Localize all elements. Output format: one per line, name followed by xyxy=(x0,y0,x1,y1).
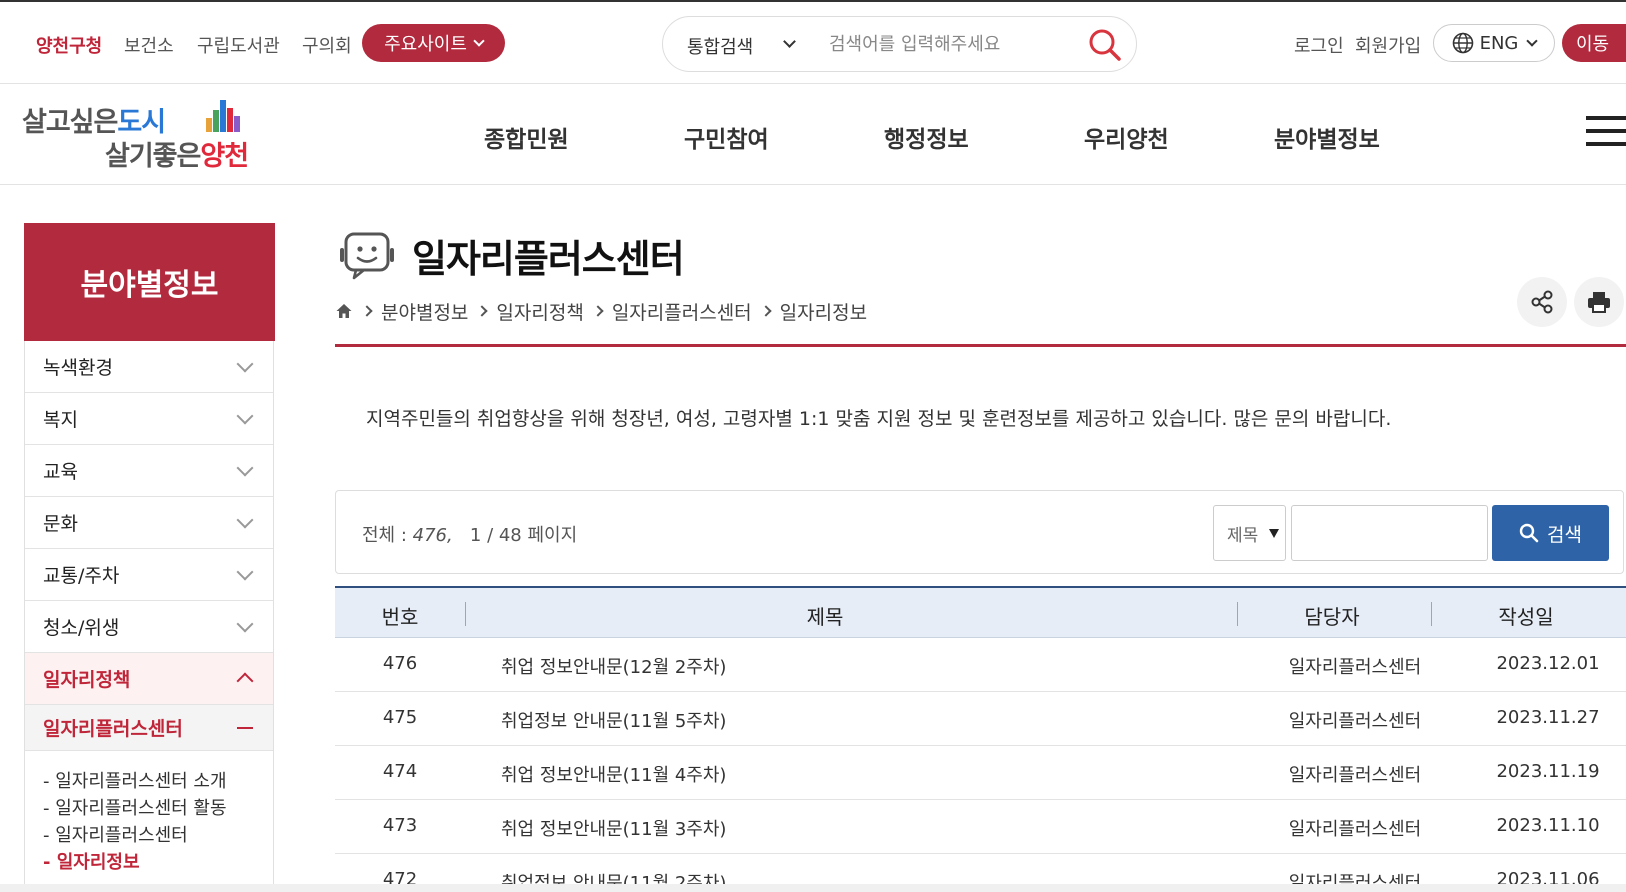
gnb-our-yangcheon[interactable]: 우리양천 xyxy=(1084,120,1169,154)
sidebar-link-center-activity[interactable]: - 일자리플러스센터 활동 xyxy=(43,794,227,820)
link-council[interactable]: 구의회 xyxy=(302,32,352,58)
table-row[interactable]: 474 취업 정보안내문(11월 4주차) 일자리플러스센터 2023.11.1… xyxy=(335,746,1626,800)
gnb-administration[interactable]: 행정정보 xyxy=(884,120,969,154)
chevron-down-icon xyxy=(236,459,254,477)
gnb-participation[interactable]: 구민참여 xyxy=(684,120,769,154)
major-sites-label: 주요사이트 xyxy=(384,34,467,55)
breadcrumb: 분야별정보 일자리정책 일자리플러스센터 일자리정보 xyxy=(335,298,867,324)
sidebar-item-welfare[interactable]: 복지 xyxy=(25,393,273,445)
logo-line-2: 살기좋은양천 xyxy=(105,141,249,172)
table-row[interactable]: 473 취업 정보안내문(11월 3주차) 일자리플러스센터 2023.11.1… xyxy=(335,800,1626,854)
chevron-right-icon xyxy=(759,305,772,317)
site-logo[interactable]: 살고싶은도시 살기좋은양천 xyxy=(22,96,272,172)
chevron-down-icon xyxy=(236,563,254,581)
home-icon[interactable] xyxy=(335,302,353,320)
search-icon xyxy=(1519,523,1539,543)
dropdown-arrow-icon xyxy=(1269,529,1279,538)
major-sites-button[interactable]: 주요사이트 xyxy=(362,24,505,62)
column-number: 번호 xyxy=(381,605,419,629)
board-keyword-input[interactable] xyxy=(1291,505,1488,561)
page-title: 일자리플러스센터 xyxy=(412,237,685,281)
minus-icon xyxy=(237,727,253,729)
sidebar-link-center[interactable]: - 일자리플러스센터 xyxy=(43,821,188,847)
search-field-select[interactable]: 제목 xyxy=(1213,505,1286,561)
chevron-down-icon xyxy=(473,34,485,47)
table-header: 번호 제목 담당자 작성일 xyxy=(335,586,1626,638)
chevron-down-icon[interactable] xyxy=(783,35,796,48)
board-table: 번호 제목 담당자 작성일 476 취업 정보안내문(12월 2주차) 일자리플… xyxy=(335,586,1626,892)
print-button[interactable] xyxy=(1574,277,1624,327)
building-logo-icon xyxy=(206,100,240,132)
chevron-down-icon xyxy=(236,615,254,633)
chevron-down-icon xyxy=(236,511,254,529)
breadcrumb-item-job-policy[interactable]: 일자리정책 xyxy=(496,298,583,325)
row-title-link[interactable]: 취업 정보안내문(11월 3주차) xyxy=(501,815,726,841)
chevron-right-icon xyxy=(592,305,604,317)
share-button[interactable] xyxy=(1517,277,1567,327)
column-owner: 담당자 xyxy=(1304,605,1360,629)
sidebar-item-green-env[interactable]: 녹색환경 xyxy=(25,341,273,393)
breadcrumb-item-job-center[interactable]: 일자리플러스센터 xyxy=(612,298,752,325)
sidebar-title: 분야별정보 xyxy=(24,223,275,341)
row-title-link[interactable]: 취업 정보안내문(12월 2주차) xyxy=(501,653,726,679)
chevron-right-icon xyxy=(361,305,373,317)
search-scope-select[interactable]: 통합검색 xyxy=(687,33,753,59)
link-yangcheon-office[interactable]: 양천구청 xyxy=(36,32,102,58)
join-link[interactable]: 회원가입 xyxy=(1355,32,1421,58)
language-button[interactable]: ENG xyxy=(1433,24,1555,62)
table-row[interactable]: 476 취업 정보안내문(12월 2주차) 일자리플러스센터 2023.12.0… xyxy=(335,638,1626,692)
chevron-down-icon xyxy=(236,355,254,373)
column-date: 작성일 xyxy=(1498,605,1554,629)
chevron-down-icon xyxy=(236,407,254,425)
board-total: 전체 : 476, 1 / 48 페이지 xyxy=(362,525,578,546)
row-title-link[interactable]: 취업 정보안내문(11월 4주차) xyxy=(501,761,726,787)
gnb-field-info[interactable]: 분야별정보 xyxy=(1274,120,1380,154)
search-input[interactable] xyxy=(829,29,1059,59)
title-divider xyxy=(335,344,1626,347)
breadcrumb-item-job-info[interactable]: 일자리정보 xyxy=(780,298,867,325)
printer-icon xyxy=(1588,292,1610,313)
globe-icon xyxy=(1452,32,1473,54)
utility-bar: 양천구청 보건소 구립도서관 구의회 주요사이트 통합검색 로그인 회원가입 E… xyxy=(0,2,1626,84)
language-label: ENG xyxy=(1479,32,1519,54)
login-link[interactable]: 로그인 xyxy=(1294,32,1344,58)
share-icon xyxy=(1531,290,1553,314)
sidebar-subitem-job-center[interactable]: 일자리플러스센터 xyxy=(25,705,273,751)
column-title: 제목 xyxy=(806,605,844,629)
board-search-button[interactable]: 검색 xyxy=(1492,505,1609,561)
site-header: 살고싶은도시 살기좋은양천 종합민원 구민참여 행정정보 우리양천 분야별정보 xyxy=(0,84,1626,185)
sidebar-item-sanitation[interactable]: 청소/위생 xyxy=(25,601,273,653)
link-health-center[interactable]: 보건소 xyxy=(124,32,174,58)
gnb-civil-service[interactable]: 종합민원 xyxy=(484,120,569,154)
board-search-bar: 전체 : 476, 1 / 48 페이지 제목 검색 xyxy=(335,490,1624,574)
hamburger-menu-icon[interactable] xyxy=(1586,116,1626,150)
intro-text: 지역주민들의 취업향상을 위해 청장년, 여성, 고령자별 1:1 맞춤 지원 … xyxy=(366,408,1392,430)
table-row[interactable]: 475 취업정보 안내문(11월 5주차) 일자리플러스센터 2023.11.2… xyxy=(335,692,1626,746)
row-title-link[interactable]: 취업정보 안내문(11월 5주차) xyxy=(501,707,726,733)
search-icon[interactable] xyxy=(1087,27,1123,63)
link-library[interactable]: 구립도서관 xyxy=(197,32,280,58)
global-search: 통합검색 xyxy=(662,16,1137,72)
support-agent-icon xyxy=(340,232,394,280)
viewport-bottom-edge xyxy=(0,884,1626,892)
sidebar-link-job-info[interactable]: - 일자리정보 xyxy=(43,848,140,874)
sidebar-item-education[interactable]: 교육 xyxy=(25,445,273,497)
sidebar-item-traffic[interactable]: 교통/주차 xyxy=(25,549,273,601)
breadcrumb-item-field-info[interactable]: 분야별정보 xyxy=(381,298,468,325)
sidebar-item-culture[interactable]: 문화 xyxy=(25,497,273,549)
sidebar-link-center-intro[interactable]: - 일자리플러스센터 소개 xyxy=(43,767,227,793)
left-sidebar: 분야별정보 녹색환경 복지 교육 문화 교통/주차 청소/위생 일자리정책 일자… xyxy=(24,223,275,892)
move-button[interactable]: 이동 xyxy=(1562,24,1626,62)
chevron-down-icon xyxy=(1526,34,1539,47)
sidebar-item-jobs[interactable]: 일자리정책 xyxy=(25,653,273,705)
chevron-right-icon xyxy=(476,305,489,317)
chevron-up-icon xyxy=(236,672,254,690)
